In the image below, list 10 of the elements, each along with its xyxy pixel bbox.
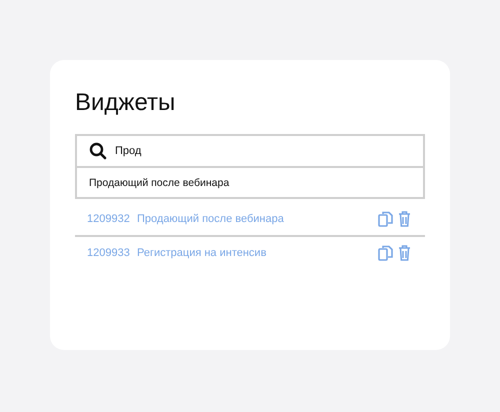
trash-icon[interactable]: [398, 211, 411, 227]
search-field[interactable]: Прод: [115, 145, 365, 157]
copy-icon[interactable]: [378, 211, 393, 227]
page-title: Виджеты: [75, 88, 176, 118]
widget-id: 1209933: [87, 247, 131, 259]
search-icon: [89, 142, 107, 160]
copy-icon[interactable]: [378, 245, 393, 261]
trash-icon[interactable]: [398, 245, 411, 261]
suggestion-item[interactable]: Продающий после вебинара: [77, 168, 423, 197]
widget-id: 1209932: [87, 213, 131, 225]
